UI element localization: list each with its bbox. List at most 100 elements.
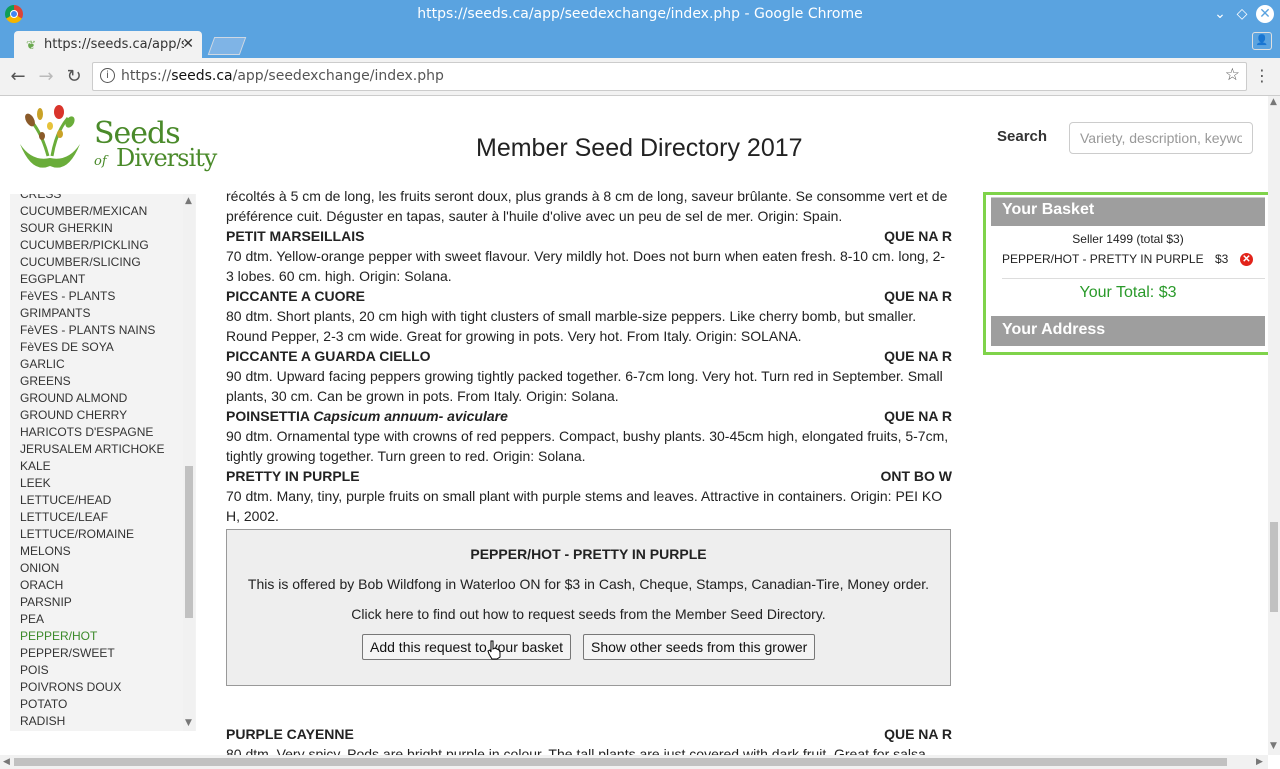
forward-icon[interactable]: →	[36, 66, 56, 87]
listing-header[interactable]: POINSETTIA Capsicum annuum- aviculare QUE…	[226, 406, 952, 426]
listing-header[interactable]: PICCANTE A GUARDA CIELLO QUE NA R	[226, 346, 952, 366]
sidebar-scroll-up-icon[interactable]: ▲	[185, 196, 192, 206]
listing-latin-name: Capsicum annuum- aviculare	[313, 408, 508, 424]
page-horizontal-scroll-thumb[interactable]	[14, 758, 1227, 766]
listing-title[interactable]: PICCANTE A GUARDA CIELLO	[226, 346, 431, 366]
listing-growers: ONT BO W	[880, 468, 952, 484]
sidebar-item[interactable]: LEEK	[20, 475, 164, 492]
show-grower-seeds-button[interactable]: Show other seeds from this grower	[583, 634, 816, 660]
sidebar-item[interactable]: GARLIC	[20, 356, 164, 373]
sidebar-item[interactable]: GREENS	[20, 373, 164, 390]
listing-item: POINSETTIA Capsicum annuum- aviculare QUE…	[226, 406, 952, 466]
info-icon[interactable]: i	[100, 68, 115, 83]
sidebar-item[interactable]: ONION	[20, 560, 164, 577]
listing-description: 80 dtm. Short plants, 20 cm high with ti…	[226, 308, 917, 344]
sidebar-item[interactable]: SOUR GHERKIN	[20, 220, 164, 237]
address-bar[interactable]: i https://seeds.ca/app/seedexchange/inde…	[92, 62, 1247, 91]
offer-help-link[interactable]: Click here to find out how to request se…	[227, 606, 950, 622]
offer-title: PEPPER/HOT - PRETTY IN PURPLE	[470, 546, 707, 562]
listing-name[interactable]: PICCANTE A CUORE	[226, 288, 365, 304]
sidebar-item[interactable]: JERUSALEM ARTICHOKE	[20, 441, 164, 458]
profile-icon[interactable]: 👤	[1252, 32, 1272, 50]
sidebar-item[interactable]: RADISH	[20, 713, 164, 730]
sidebar-scroll-thumb[interactable]	[185, 466, 193, 618]
sidebar-item[interactable]: FèVES - PLANTS	[20, 288, 164, 305]
window-title: https://seeds.ca/app/seedexchange/index.…	[417, 6, 863, 22]
page-scroll-left-icon[interactable]: ◀	[3, 757, 10, 767]
listing-title[interactable]: POINSETTIA Capsicum annuum- aviculare	[226, 406, 508, 426]
listing-name[interactable]: PURPLE CAYENNE	[226, 724, 354, 744]
sidebar-item[interactable]: CUCUMBER/MEXICAN	[20, 203, 164, 220]
listing-name[interactable]: POINSETTIA	[226, 408, 310, 424]
sidebar-item[interactable]: POTATO	[20, 696, 164, 713]
listing-name[interactable]: PRETTY IN PURPLE	[226, 468, 360, 484]
sidebar-item[interactable]: POIS	[20, 662, 164, 679]
page-scroll-down-icon[interactable]: ▼	[1270, 741, 1277, 751]
sidebar-item[interactable]: CRESS	[20, 194, 164, 203]
sidebar-item[interactable]: MELONS	[20, 543, 164, 560]
sidebar-item[interactable]: LETTUCE/LEAF	[20, 509, 164, 526]
sidebar-item[interactable]: GRIMPANTS	[20, 305, 164, 322]
seeds-of-diversity-logo[interactable]: Seeds of Diversity	[12, 104, 217, 174]
window-titlebar: https://seeds.ca/app/seedexchange/index.…	[0, 0, 1280, 29]
window-close-icon[interactable]: ✕	[1256, 5, 1274, 23]
listing-item: PETIT MARSEILLAIS QUE NA R 70 dtm. Yellow-…	[226, 226, 952, 286]
page-vertical-scrollbar[interactable]: ▲ ▼	[1268, 96, 1280, 755]
sidebar-item[interactable]: EGGPLANT	[20, 271, 164, 288]
sidebar-item[interactable]: HARICOTS D'ESPAGNE	[20, 424, 164, 441]
search-label: Search	[997, 128, 1048, 145]
sidebar-item[interactable]: KALE	[20, 458, 164, 475]
sidebar-item[interactable]: PEA	[20, 611, 164, 628]
page-scroll-right-icon[interactable]: ▶	[1256, 757, 1263, 767]
tab-strip: ❦ https://seeds.ca/app/seedexchange/inde…	[0, 29, 1280, 58]
address-header[interactable]: Your Address	[991, 316, 1265, 346]
bookmark-star-icon[interactable]: ☆	[1225, 65, 1240, 85]
listing-header[interactable]: PRETTY IN PURPLE ONT BO W	[226, 466, 952, 486]
logo-text-diversity: Diversity	[116, 144, 217, 172]
page-horizontal-scrollbar[interactable]: ◀ ▶	[0, 755, 1268, 769]
sidebar-item[interactable]: FèVES DE SOYA	[20, 339, 164, 356]
page-vertical-scroll-thumb[interactable]	[1270, 522, 1278, 612]
listing-header[interactable]: PICCANTE A CUORE QUE NA R	[226, 286, 952, 306]
sidebar-item[interactable]: LETTUCE/ROMAINE	[20, 526, 164, 543]
sidebar-item[interactable]: CUCUMBER/PICKLING	[20, 237, 164, 254]
listing-item: PURPLE CAYENNE QUE NA R 80 dtm. Very spi…	[226, 724, 952, 755]
sidebar-item[interactable]: GROUND ALMOND	[20, 390, 164, 407]
sidebar-item[interactable]: GROUND CHERRY	[20, 407, 164, 424]
basket-divider	[1002, 278, 1265, 279]
listing-header[interactable]: PURPLE CAYENNE QUE NA R	[226, 724, 952, 744]
address-url[interactable]: https://seeds.ca/app/seedexchange/index.…	[121, 68, 444, 84]
sidebar-item[interactable]: FèVES - PLANTS NAINS	[20, 322, 164, 339]
sidebar-item[interactable]: PEPPER/SWEET	[20, 645, 164, 662]
minimize-icon[interactable]: ⌄	[1210, 4, 1230, 24]
sidebar-scrollbar[interactable]: ▲ ▼	[183, 194, 195, 731]
page-scroll-up-icon[interactable]: ▲	[1270, 97, 1277, 107]
listing-title[interactable]: PICCANTE A CUORE	[226, 286, 365, 306]
listing-name[interactable]: PICCANTE A GUARDA CIELLO	[226, 348, 431, 364]
page-content: Seeds of Diversity Member Seed Directory…	[0, 96, 1268, 755]
remove-item-icon[interactable]: ✕	[1240, 253, 1253, 266]
back-icon[interactable]: ←	[8, 66, 28, 87]
sidebar-scroll-down-icon[interactable]: ▼	[185, 718, 192, 728]
maximize-icon[interactable]: ◇	[1232, 4, 1252, 24]
chrome-menu-icon[interactable]: ⋮	[1254, 66, 1270, 85]
new-tab-button[interactable]	[207, 37, 247, 55]
listing-title[interactable]: PETIT MARSEILLAIS	[226, 226, 364, 246]
sidebar-item[interactable]: LETTUCE/HEAD	[20, 492, 164, 509]
add-to-basket-button[interactable]: Add this request to your basket	[362, 634, 571, 660]
listing-title[interactable]: PRETTY IN PURPLE	[226, 466, 360, 486]
sidebar-item[interactable]: ORACH	[20, 577, 164, 594]
tab-close-icon[interactable]: ✕	[182, 36, 194, 52]
sidebar-item[interactable]: PEPPER/HOT	[20, 628, 164, 645]
listing-name[interactable]: PETIT MARSEILLAIS	[226, 228, 364, 244]
listing-description: 80 dtm. Very spicy. Pods are bright purp…	[226, 746, 930, 755]
listing-header[interactable]: PETIT MARSEILLAIS QUE NA R	[226, 226, 952, 246]
browser-tab[interactable]: ❦ https://seeds.ca/app/seedexchange/inde…	[14, 31, 202, 58]
reload-icon[interactable]: ↻	[64, 66, 84, 87]
sidebar-item[interactable]: POIVRONS DOUX	[20, 679, 164, 696]
listing-growers: QUE NA R	[884, 726, 952, 742]
sidebar-item[interactable]: CUCUMBER/SLICING	[20, 254, 164, 271]
sidebar-item[interactable]: PARSNIP	[20, 594, 164, 611]
search-input[interactable]	[1069, 122, 1253, 154]
browser-toolbar: ← → ↻ i https://seeds.ca/app/seedexchang…	[0, 58, 1280, 96]
